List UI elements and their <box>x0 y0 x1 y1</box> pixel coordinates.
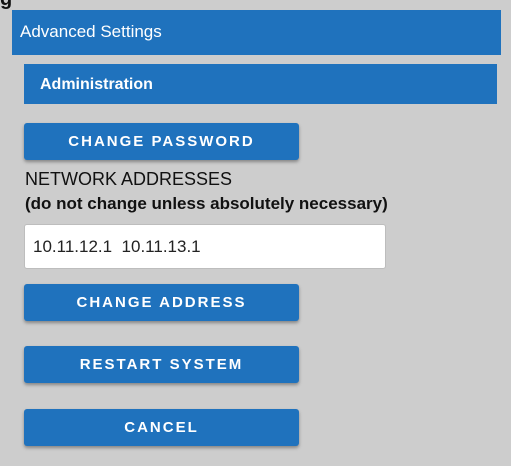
top-clipped-strip: g <box>0 0 511 10</box>
network-addresses-warning: (do not change unless absolutely necessa… <box>25 194 388 213</box>
section-header-administration: Administration <box>24 64 497 104</box>
restart-system-button[interactable]: RESTART SYSTEM <box>24 346 299 383</box>
change-address-button[interactable]: CHANGE ADDRESS <box>24 284 299 321</box>
panel-title: Advanced Settings <box>20 22 162 41</box>
change-password-button[interactable]: CHANGE PASSWORD <box>24 123 299 160</box>
cancel-button[interactable]: CANCEL <box>24 409 299 446</box>
section-title: Administration <box>40 76 153 93</box>
network-addresses-input[interactable] <box>24 224 386 269</box>
clipped-heading-fragment: g <box>0 0 12 9</box>
panel-header: Advanced Settings <box>12 10 501 55</box>
network-addresses-heading: NETWORK ADDRESSES <box>25 169 233 189</box>
advanced-settings-panel: Advanced Settings Administration CHANGE … <box>12 10 501 466</box>
